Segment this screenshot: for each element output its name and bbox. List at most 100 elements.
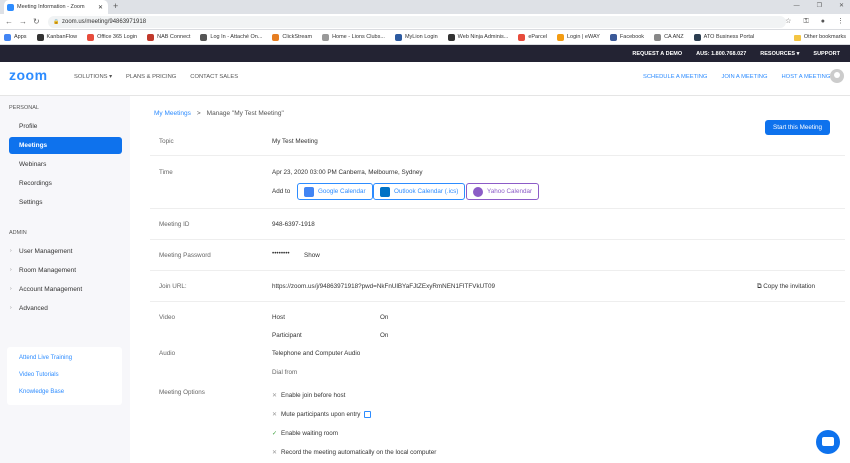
chevron-right-icon: › (10, 286, 12, 292)
sidebar-item-profile[interactable]: Profile (9, 118, 122, 135)
bookmark-item[interactable]: MyLion Login (394, 33, 438, 41)
support-link[interactable]: SUPPORT (813, 51, 840, 57)
url-input[interactable]: 🔒 zoom.us/meeting/94863971918 (48, 16, 786, 28)
bookmark-item[interactable]: Log In - Attaché On... (200, 33, 262, 41)
google-calendar-button[interactable]: Google Calendar (297, 183, 373, 200)
sidebar-item-meetings[interactable]: Meetings (9, 137, 122, 154)
zoom-logo[interactable]: zoom (9, 67, 48, 83)
chevron-right-icon: › (10, 305, 12, 311)
dial-from-label: Dial from (272, 369, 298, 376)
bookmark-item[interactable]: NAB Connect (147, 33, 190, 41)
sidebar-item-account-management[interactable]: › Account Management (9, 281, 122, 298)
star-icon[interactable]: ☆ (785, 14, 791, 30)
video-tutorials-link[interactable]: Video Tutorials (19, 372, 59, 378)
bookmark-item[interactable]: eParcel (518, 33, 547, 41)
x-icon: ✕ (272, 393, 278, 399)
sidebar-item-label: Advanced (19, 305, 48, 312)
tab-title: Meeting Information - Zoom (17, 4, 85, 10)
sidebar-item-advanced[interactable]: › Advanced (9, 300, 122, 317)
bookmark-item[interactable]: Web Ninja Adminis... (447, 33, 508, 41)
divider (150, 270, 845, 271)
bookmark-item[interactable]: ClickStream (272, 33, 312, 41)
sidebar-item-user-management[interactable]: › User Management (9, 243, 122, 260)
time-value: Apr 23, 2020 03:00 PM Canberra, Melbourn… (272, 169, 423, 176)
url-text: zoom.us/meeting/94863971918 (62, 19, 147, 25)
my-meetings-link[interactable]: My Meetings (154, 110, 191, 117)
start-meeting-button[interactable]: Start this Meeting (765, 120, 830, 135)
contact-sales-link[interactable]: CONTACT SALES (190, 74, 238, 80)
new-tab-icon[interactable]: + (113, 0, 118, 14)
bookmark-item[interactable]: Login | eWAY (556, 33, 600, 41)
key-icon[interactable]: ⚿ (803, 14, 808, 30)
divider (150, 155, 845, 156)
meeting-options-label: Meeting Options (159, 389, 205, 396)
bookmark-item[interactable]: KanbanFlow (36, 33, 77, 41)
join-meeting-link[interactable]: JOIN A MEETING (721, 74, 767, 80)
show-password-link[interactable]: Show (304, 252, 320, 259)
sidebar-item-label: Room Management (19, 267, 77, 274)
option-join-before-host: ✕ Enable join before host (272, 392, 345, 399)
yahoo-icon (473, 186, 483, 197)
sidebar-item-label: Account Management (19, 286, 83, 293)
outlook-calendar-button[interactable]: Outlook Calendar (.ics) (373, 183, 466, 200)
sidebar-item-recordings[interactable]: Recordings (9, 175, 122, 192)
plans-link[interactable]: PLANS & PRICING (126, 74, 176, 80)
bookmark-icon (556, 33, 564, 41)
menu-icon[interactable]: ⋮ (837, 14, 844, 30)
host-label: Host (272, 314, 285, 321)
chat-bubble-icon[interactable] (816, 430, 840, 454)
other-bookmarks[interactable]: Other bookmarks (793, 30, 846, 45)
breadcrumb-current: Manage "My Test Meeting" (206, 110, 284, 117)
chevron-right-icon: › (10, 267, 12, 273)
copy-invitation-link[interactable]: ⧉ Copy the invitation (757, 283, 815, 291)
bookmark-item[interactable]: Office 365 Login (87, 33, 137, 41)
meeting-password-label: Meeting Password (159, 252, 211, 259)
bookmark-icon (609, 33, 617, 41)
minimize-icon[interactable]: — (794, 0, 800, 14)
copy-icon: ⧉ (757, 283, 762, 290)
window-controls: — ❐ ✕ (794, 0, 844, 14)
google-calendar-icon (304, 186, 314, 197)
bookmark-item[interactable]: Home - Lions Clubs... (322, 33, 385, 41)
request-demo-link[interactable]: REQUEST A DEMO (632, 51, 682, 57)
avatar[interactable] (830, 69, 844, 83)
profile-icon[interactable]: ● (821, 14, 825, 30)
close-tab-icon[interactable]: ✕ (98, 4, 103, 11)
x-icon: ✕ (272, 412, 278, 418)
zoom-favicon-icon (7, 3, 14, 11)
option-text: Enable join before host (281, 392, 346, 399)
close-window-icon[interactable]: ✕ (839, 0, 844, 14)
resources-menu[interactable]: RESOURCES ▾ (760, 51, 799, 57)
schedule-meeting-link[interactable]: SCHEDULE A MEETING (643, 74, 707, 80)
bookmark-icon (200, 33, 208, 41)
sidebar-item-room-management[interactable]: › Room Management (9, 262, 122, 279)
knowledge-base-link[interactable]: Knowledge Base (19, 389, 64, 395)
bookmark-icon (394, 33, 402, 41)
audio-label: Audio (159, 350, 176, 357)
outlook-icon (380, 186, 390, 197)
attend-live-training-link[interactable]: Attend Live Training (19, 355, 72, 361)
browser-tab[interactable]: Meeting Information - Zoom ✕ (4, 0, 108, 14)
left-nav: SOLUTIONS ▾ PLANS & PRICING CONTACT SALE… (74, 74, 238, 80)
back-icon[interactable]: ← (5, 14, 13, 30)
bookmark-item[interactable]: ATO Business Portal (693, 33, 754, 41)
bookmark-item[interactable]: CA ANZ (654, 33, 684, 41)
x-icon: ✕ (272, 450, 278, 456)
forward-icon[interactable]: → (19, 14, 27, 30)
reload-icon[interactable]: ↻ (33, 14, 40, 30)
bookmark-item[interactable]: Facebook (609, 33, 644, 41)
bookmark-item[interactable]: Apps (4, 33, 27, 41)
google-calendar-label: Google Calendar (318, 188, 366, 195)
sidebar-item-webinars[interactable]: Webinars (9, 156, 122, 173)
option-text: Mute participants upon entry (281, 411, 361, 418)
bookmark-label: Apps (14, 34, 27, 40)
meeting-id-value: 948-6397-1918 (272, 221, 315, 228)
info-icon[interactable] (364, 411, 372, 418)
password-mask: •••••••• (272, 250, 290, 257)
yahoo-calendar-button[interactable]: Yahoo Calendar (466, 183, 540, 200)
topic-value: My Test Meeting (272, 138, 318, 145)
restore-icon[interactable]: ❐ (817, 0, 822, 14)
sidebar-item-settings[interactable]: Settings (9, 194, 122, 211)
host-meeting-menu[interactable]: HOST A MEETING ▾ (782, 74, 835, 80)
solutions-menu[interactable]: SOLUTIONS ▾ (74, 74, 112, 80)
